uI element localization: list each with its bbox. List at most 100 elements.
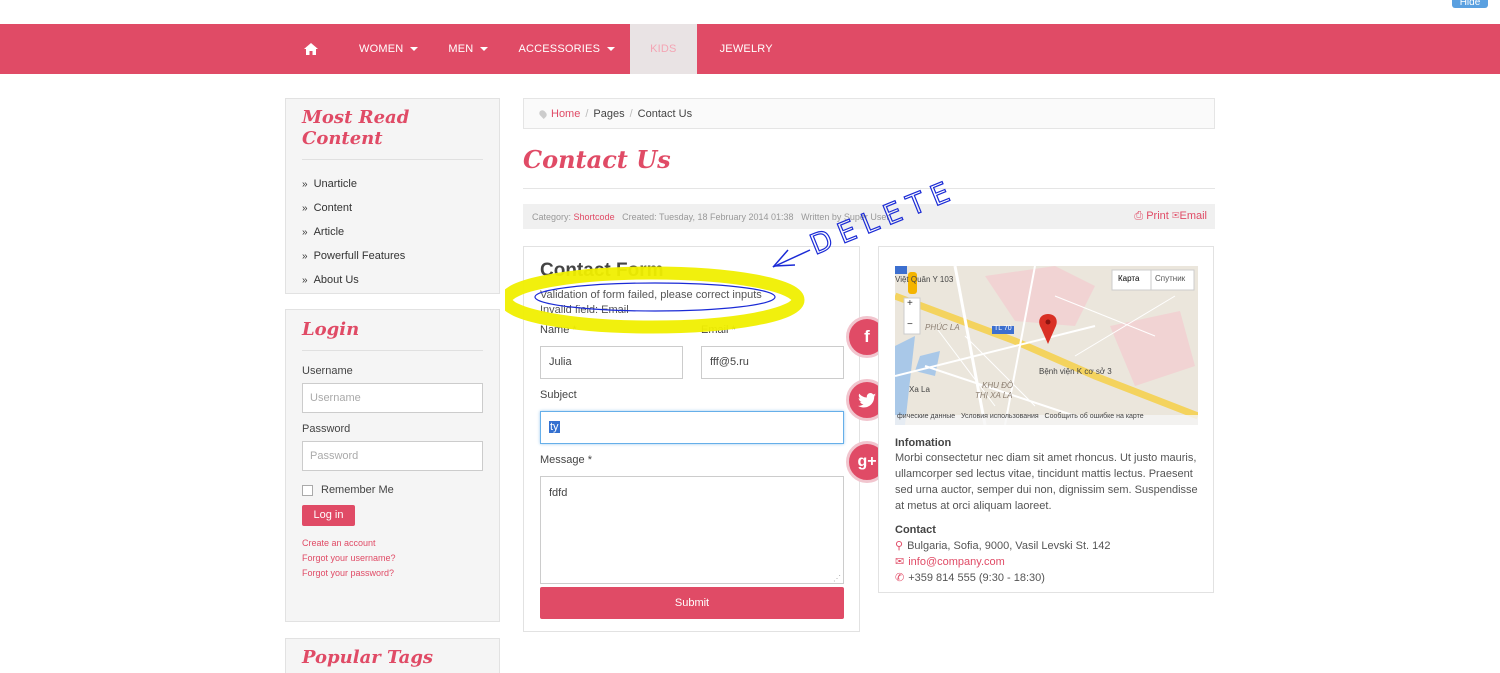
message-textarea[interactable]: fdfd ⋰ — [540, 476, 844, 584]
subject-input[interactable]: ty — [540, 411, 844, 444]
main-navbar: WOMEN MEN ACCESSORIES KIDS JEWELRY — [0, 24, 1500, 74]
list-item-label: Content — [313, 202, 353, 214]
remember-me-row[interactable]: Remember Me — [302, 484, 483, 496]
most-read-title: Most Read Content — [302, 99, 483, 160]
phone-text: +359 814 555 (9:30 - 18:30) — [908, 572, 1045, 584]
email-link[interactable]: Email — [1179, 210, 1207, 222]
email-input[interactable]: fff@5.ru — [701, 346, 844, 379]
subject-label: Subject — [540, 389, 577, 401]
name-input[interactable]: Julia — [540, 346, 683, 379]
print-icon: ⎙ — [1134, 210, 1144, 222]
forgot-username-link[interactable]: Forgot your username? — [302, 553, 499, 563]
contact-form: Contact Form Validation of form failed, … — [523, 246, 860, 632]
resize-handle-icon[interactable]: ⋰ — [833, 574, 841, 583]
list-item-label: Article — [313, 226, 345, 238]
map-type-map-button[interactable]: Карта — [1118, 274, 1139, 283]
zoom-in-button[interactable]: + — [907, 298, 913, 309]
chevron-down-icon — [410, 47, 419, 51]
nav-men-label: MEN — [448, 43, 474, 55]
breadcrumb-home[interactable]: Home — [551, 108, 580, 120]
chevron-right-icon: » — [302, 178, 308, 190]
list-item[interactable]: » Content — [302, 196, 483, 220]
info-title: Infomation — [895, 437, 952, 449]
phone-icon: ✆ — [895, 572, 905, 584]
list-item-label: Unarticle — [313, 178, 357, 190]
nav-women-label: WOMEN — [359, 43, 404, 55]
most-read-panel: Most Read Content » Unarticle » Content » A… — [285, 98, 500, 294]
breadcrumb-pages[interactable]: Pages — [593, 108, 624, 120]
popular-tags-title: Popular Tags — [302, 647, 434, 668]
info-description: Morbi consectetur nec diam sit amet rhon… — [895, 452, 1198, 512]
validation-error-email: Invalid field: Email — [540, 304, 629, 316]
map-label: Xa La — [909, 385, 930, 394]
article-meta-bar: Category: Shortcode Created: Tuesday, 18… — [523, 204, 1215, 229]
map-terms-link[interactable]: Условия использования — [961, 413, 1039, 420]
nav-jewelry-label: JEWELRY — [719, 43, 773, 55]
nav-accessories-label: ACCESSORIES — [518, 43, 601, 55]
name-label: Name * — [540, 324, 577, 336]
map-label: KHU ĐÔ — [982, 381, 1014, 390]
contact-email: ✉ info@company.com — [895, 554, 1200, 570]
email-label: Email * — [701, 324, 736, 336]
chevron-right-icon: » — [302, 202, 308, 214]
chevron-right-icon: » — [302, 226, 308, 238]
list-item[interactable]: » About Us — [302, 268, 483, 292]
contact-address: ⚲ Bulgaria, Sofia, 9000, Vasil Levski St.… — [895, 538, 1200, 554]
password-input[interactable]: Password — [302, 441, 483, 471]
twitter-icon — [858, 392, 876, 407]
home-icon — [304, 43, 318, 55]
page-title: Contact Us — [523, 145, 671, 174]
list-item[interactable]: » Powerfull Features — [302, 244, 483, 268]
contact-form-title: Contact Form — [540, 260, 664, 281]
map-report-link[interactable]: Сообщить об ошибке на карте — [1045, 413, 1144, 420]
map-type-satellite-button[interactable]: Спутник — [1155, 274, 1185, 283]
print-link[interactable]: Print — [1146, 210, 1169, 222]
breadcrumb-current: Contact Us — [637, 107, 693, 120]
message-text: fdfd — [549, 487, 568, 499]
map-footer: фические данные Условия использования Со… — [897, 413, 1144, 420]
list-item-label: Powerfull Features — [313, 250, 406, 262]
map-label: PHÚC LA — [925, 323, 960, 332]
info-box: Карта Спутник + − Việt Quân Y 103 PHÚC L… — [878, 246, 1214, 593]
email-address-link[interactable]: info@company.com — [908, 556, 1005, 568]
category-link[interactable]: Shortcode — [574, 212, 615, 222]
remember-me-checkbox[interactable] — [302, 484, 313, 496]
validation-error: Validation of form failed, please correc… — [540, 289, 762, 301]
breadcrumb-separator: / — [585, 107, 589, 120]
breadcrumb-separator: / — [629, 107, 633, 120]
google-map[interactable]: Карта Спутник + − Việt Quân Y 103 PHÚC L… — [895, 266, 1198, 425]
author: Written by Super User — [801, 211, 890, 222]
popular-tags-panel: Popular Tags — [285, 638, 500, 673]
remember-me-label: Remember Me — [321, 484, 394, 496]
nav-kids[interactable]: KIDS — [630, 24, 697, 74]
submit-button[interactable]: Submit — [540, 587, 844, 619]
password-label: Password — [302, 423, 351, 435]
nav-accessories[interactable]: ACCESSORIES — [503, 24, 630, 74]
nav-home[interactable] — [290, 24, 332, 74]
login-panel: Login Username Username Password Passwor… — [285, 309, 500, 622]
hide-button[interactable]: Hide — [1452, 0, 1488, 8]
title-divider — [523, 188, 1215, 189]
zoom-out-button[interactable]: − — [907, 319, 913, 330]
list-item[interactable]: » Unarticle — [302, 172, 483, 196]
list-item-label: About Us — [313, 274, 359, 286]
map-marker-icon — [538, 108, 548, 119]
forgot-password-link[interactable]: Forgot your password? — [302, 568, 499, 578]
contact-title: Contact — [895, 524, 936, 536]
map-road-label: TL 70 — [994, 325, 1012, 332]
login-button[interactable]: Log in — [302, 505, 355, 526]
chevron-down-icon — [480, 47, 489, 51]
nav-jewelry[interactable]: JEWELRY — [697, 24, 788, 74]
map-label: THỊ XA LA — [975, 391, 1013, 400]
username-input[interactable]: Username — [302, 383, 483, 413]
list-item[interactable]: » Article — [302, 220, 483, 244]
login-title: Login — [302, 310, 483, 351]
breadcrumb: Home / Pages / Contact Us — [523, 98, 1215, 129]
create-account-link[interactable]: Create an account — [302, 538, 499, 548]
contact-phone: ✆ +359 814 555 (9:30 - 18:30) — [895, 570, 1200, 586]
google-plus-icon: g+ — [857, 453, 877, 470]
nav-men[interactable]: MEN — [433, 24, 503, 74]
map-data-text: фические данные — [897, 413, 956, 420]
nav-women[interactable]: WOMEN — [332, 24, 433, 74]
chevron-right-icon: » — [302, 250, 308, 262]
